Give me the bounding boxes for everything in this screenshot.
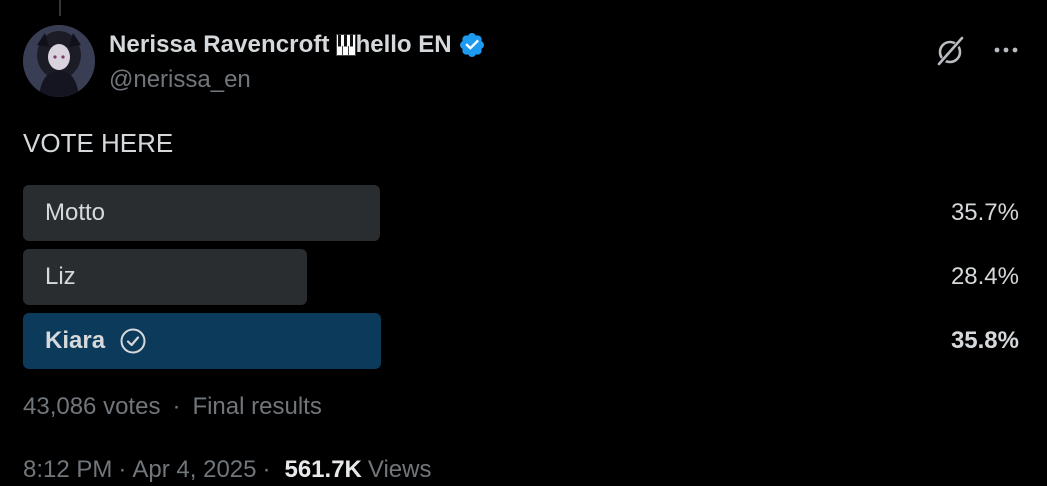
author-handle[interactable]: @nerissa_en [109, 66, 251, 94]
thread-connector-line [59, 0, 61, 16]
verified-badge-icon[interactable] [458, 31, 486, 59]
separator-dot: · [262, 456, 271, 483]
author-name-suffix[interactable]: hello EN [356, 31, 452, 59]
poll-vote-count: 43,086 votes [23, 393, 161, 420]
more-options-icon[interactable] [989, 34, 1025, 70]
separator-dot: · [172, 393, 181, 420]
poll-option-percent: 35.7% [950, 199, 1019, 226]
views-count[interactable]: 561.7K [284, 456, 361, 483]
poll-option: Motto 35.7% [23, 185, 1019, 241]
poll-option-label: Liz [45, 263, 76, 290]
poll-option-label: Motto [45, 199, 106, 226]
poll-status: Final results [192, 393, 322, 420]
views-label[interactable]: Views [368, 456, 432, 483]
author-name-row[interactable]: Nerissa Ravencroft hello EN [109, 29, 486, 61]
poll: Motto 35.7% Liz 28.4% Kiara 35.8% [23, 185, 1019, 377]
poll-meta: 43,086 votes · Final results [23, 393, 322, 421]
poll-option-winner: Kiara 35.8% [23, 313, 1019, 369]
author-display-name[interactable]: Nerissa Ravencroft [109, 31, 330, 59]
poll-option-percent: 35.8% [950, 327, 1019, 354]
check-circle-icon [119, 327, 147, 355]
tweet-date[interactable]: Apr 4, 2025 [132, 456, 256, 483]
tweet-text: VOTE HERE [23, 128, 174, 158]
poll-option-label: Kiara [45, 327, 106, 354]
tweet-meta-row: 8:12 PM · Apr 4, 2025 · 561.7K Views [23, 456, 431, 484]
tweet-time[interactable]: 8:12 PM [23, 456, 112, 483]
piano-keys-icon [335, 34, 356, 56]
poll-option-percent: 28.4% [950, 263, 1019, 290]
grok-icon[interactable] [933, 33, 969, 69]
poll-option-label-wrap: Kiara [45, 313, 147, 369]
poll-option: Liz 28.4% [23, 249, 1019, 305]
avatar[interactable] [23, 25, 95, 97]
avatar-image [23, 25, 95, 97]
separator-dot: · [118, 456, 127, 483]
